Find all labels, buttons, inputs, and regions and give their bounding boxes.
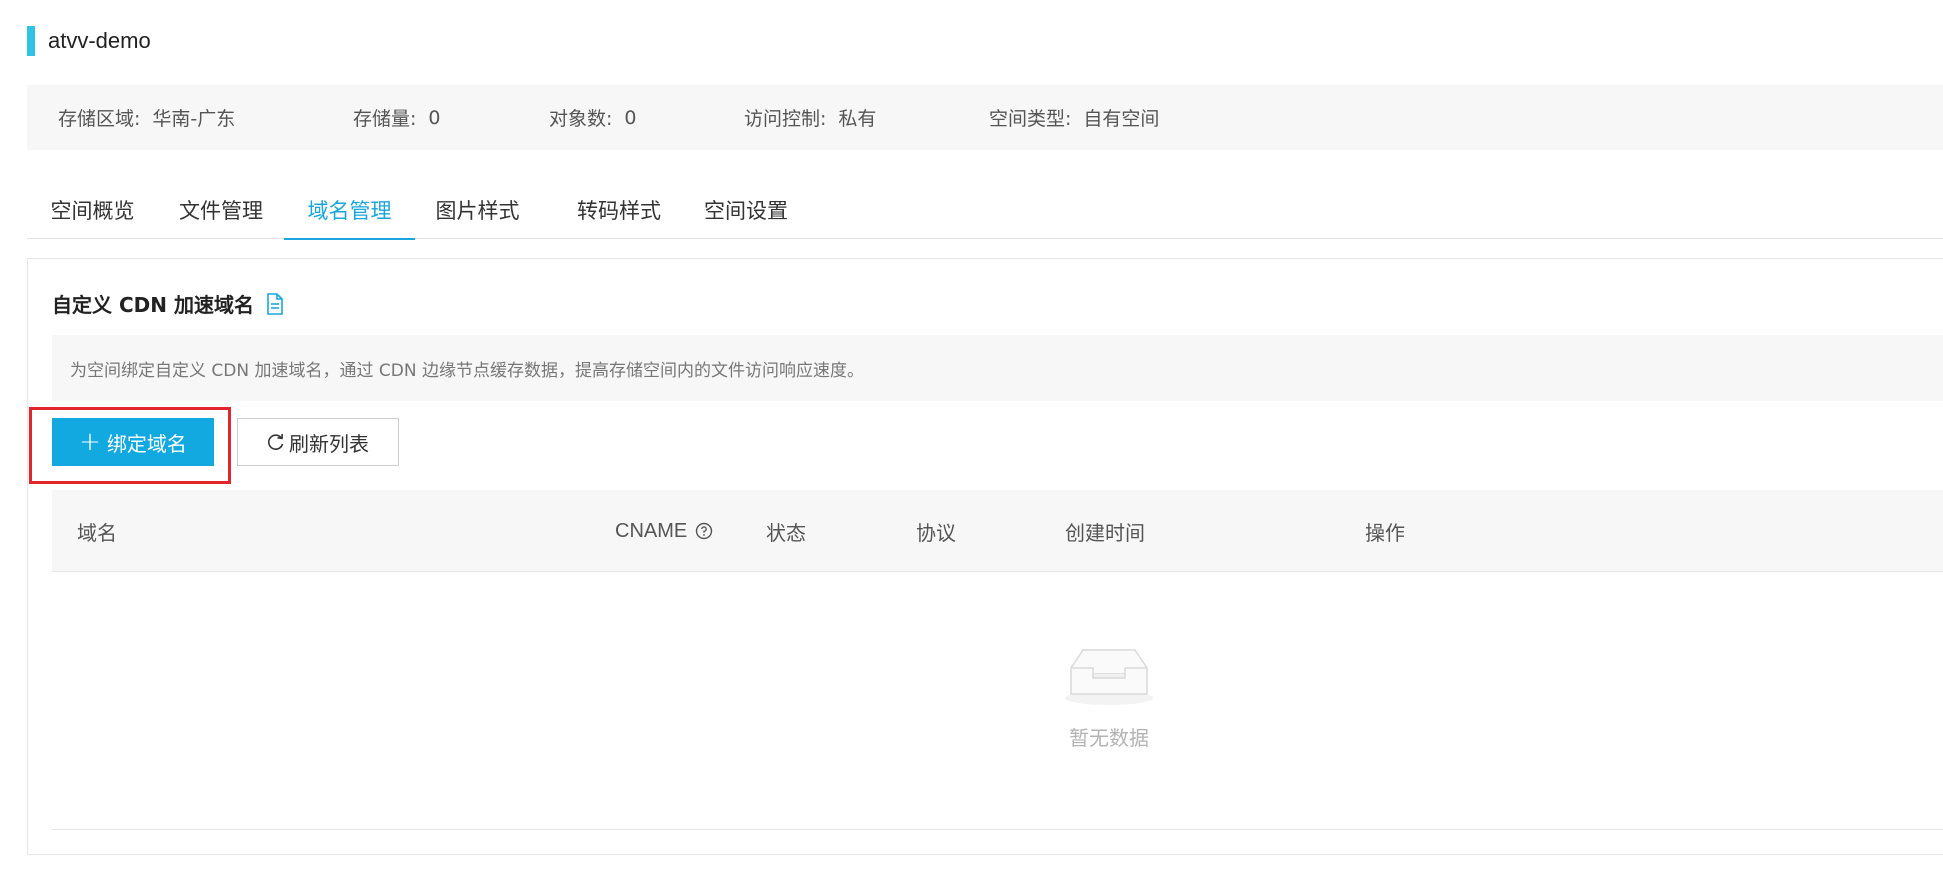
storage-size-label: 存储量: — [353, 108, 417, 130]
refresh-list-label: 刷新列表 — [289, 431, 369, 456]
column-status: 状态 — [766, 520, 806, 545]
refresh-icon — [267, 433, 285, 451]
tab-image-styles[interactable]: 图片样式 — [415, 180, 540, 239]
region-label: 存储区域: — [58, 108, 141, 130]
column-cname: CNAME — [615, 490, 713, 572]
info-bucket-type: 空间类型: 自有空间 — [989, 104, 1159, 131]
column-actions: 操作 — [1365, 520, 1405, 545]
plus-icon: + — [79, 427, 101, 457]
question-circle-icon[interactable] — [695, 522, 713, 540]
object-count-value: 0 — [624, 106, 637, 129]
page-title: atvv-demo — [48, 28, 151, 53]
column-domain: 域名 — [77, 520, 117, 545]
column-created-time: 创建时间 — [1065, 520, 1145, 545]
bucket-type-value: 自有空间 — [1083, 108, 1160, 130]
bucket-info-bar: 存储区域: 华南-广东 存储量: 0 对象数: 0 访问控制: 私有 空间类型:… — [27, 85, 1943, 150]
page-header: atvv-demo — [27, 25, 151, 57]
empty-inbox-icon — [1063, 644, 1155, 706]
info-access-control: 访问控制: 私有 — [744, 104, 989, 131]
notice-banner: 为空间绑定自定义 CDN 加速域名，通过 CDN 边缘节点缓存数据，提高存储空间… — [52, 335, 1943, 401]
access-control-value: 私有 — [838, 108, 877, 130]
tab-bucket-settings[interactable]: 空间设置 — [698, 180, 854, 239]
object-count-label: 对象数: — [549, 108, 613, 130]
cdn-domain-panel: 自定义 CDN 加速域名 为空间绑定自定义 CDN 加速域名，通过 CDN 边缘… — [27, 258, 1943, 855]
tab-file-management[interactable]: 文件管理 — [158, 180, 284, 239]
tab-bar: 空间概览 文件管理 域名管理 图片样式 转码样式 空间设置 — [27, 180, 1943, 240]
region-value: 华南-广东 — [152, 108, 236, 130]
title-marker — [27, 26, 35, 56]
bind-domain-button[interactable]: + 绑定域名 — [52, 418, 214, 466]
bind-domain-label: 绑定域名 — [106, 431, 187, 456]
table-header: 域名 CNAME 状态 协议 创建时间 操作 — [52, 490, 1943, 572]
tab-domain-management[interactable]: 域名管理 — [284, 180, 415, 240]
document-icon[interactable] — [266, 292, 284, 315]
section-header: 自定义 CDN 加速域名 — [52, 289, 284, 318]
column-protocol: 协议 — [916, 520, 956, 545]
info-object-count: 对象数: 0 — [549, 104, 744, 131]
column-cname-label: CNAME — [615, 519, 688, 542]
table-empty-state: 暂无数据 — [52, 572, 1943, 830]
tab-overview[interactable]: 空间概览 — [27, 180, 158, 239]
info-region: 存储区域: 华南-广东 — [58, 104, 353, 131]
storage-size-value: 0 — [428, 106, 441, 129]
empty-text: 暂无数据 — [1069, 726, 1149, 750]
section-title: 自定义 CDN 加速域名 — [52, 293, 254, 317]
refresh-list-button[interactable]: 刷新列表 — [237, 418, 399, 466]
access-control-label: 访问控制: — [744, 108, 827, 130]
bucket-type-label: 空间类型: — [989, 108, 1072, 130]
info-storage-size: 存储量: 0 — [353, 104, 549, 131]
tab-transcode-styles[interactable]: 转码样式 — [540, 180, 698, 239]
